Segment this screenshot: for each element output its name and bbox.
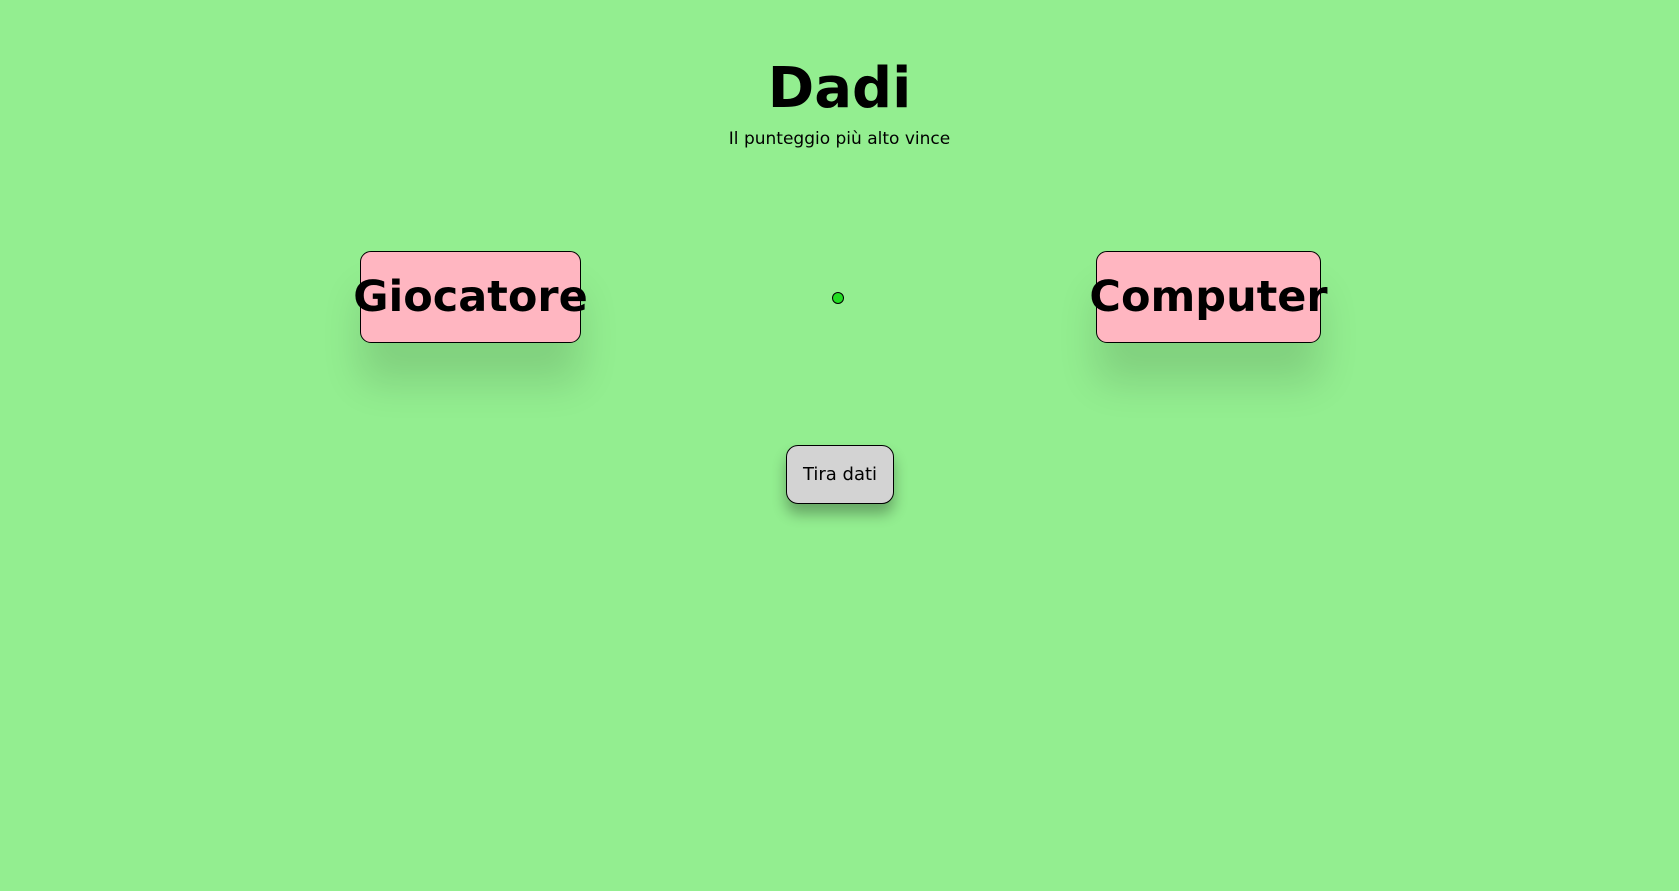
page-subtitle: Il punteggio più alto vince bbox=[728, 129, 951, 149]
player-box: Giocatore bbox=[353, 251, 588, 343]
status-indicator-dot bbox=[832, 292, 844, 304]
roll-dice-button[interactable]: Tira dati bbox=[786, 445, 894, 504]
computer-box: Computer bbox=[1089, 251, 1328, 343]
player-label: Giocatore bbox=[353, 272, 588, 322]
page-title: Dadi bbox=[767, 56, 912, 121]
computer-label: Computer bbox=[1089, 272, 1328, 322]
